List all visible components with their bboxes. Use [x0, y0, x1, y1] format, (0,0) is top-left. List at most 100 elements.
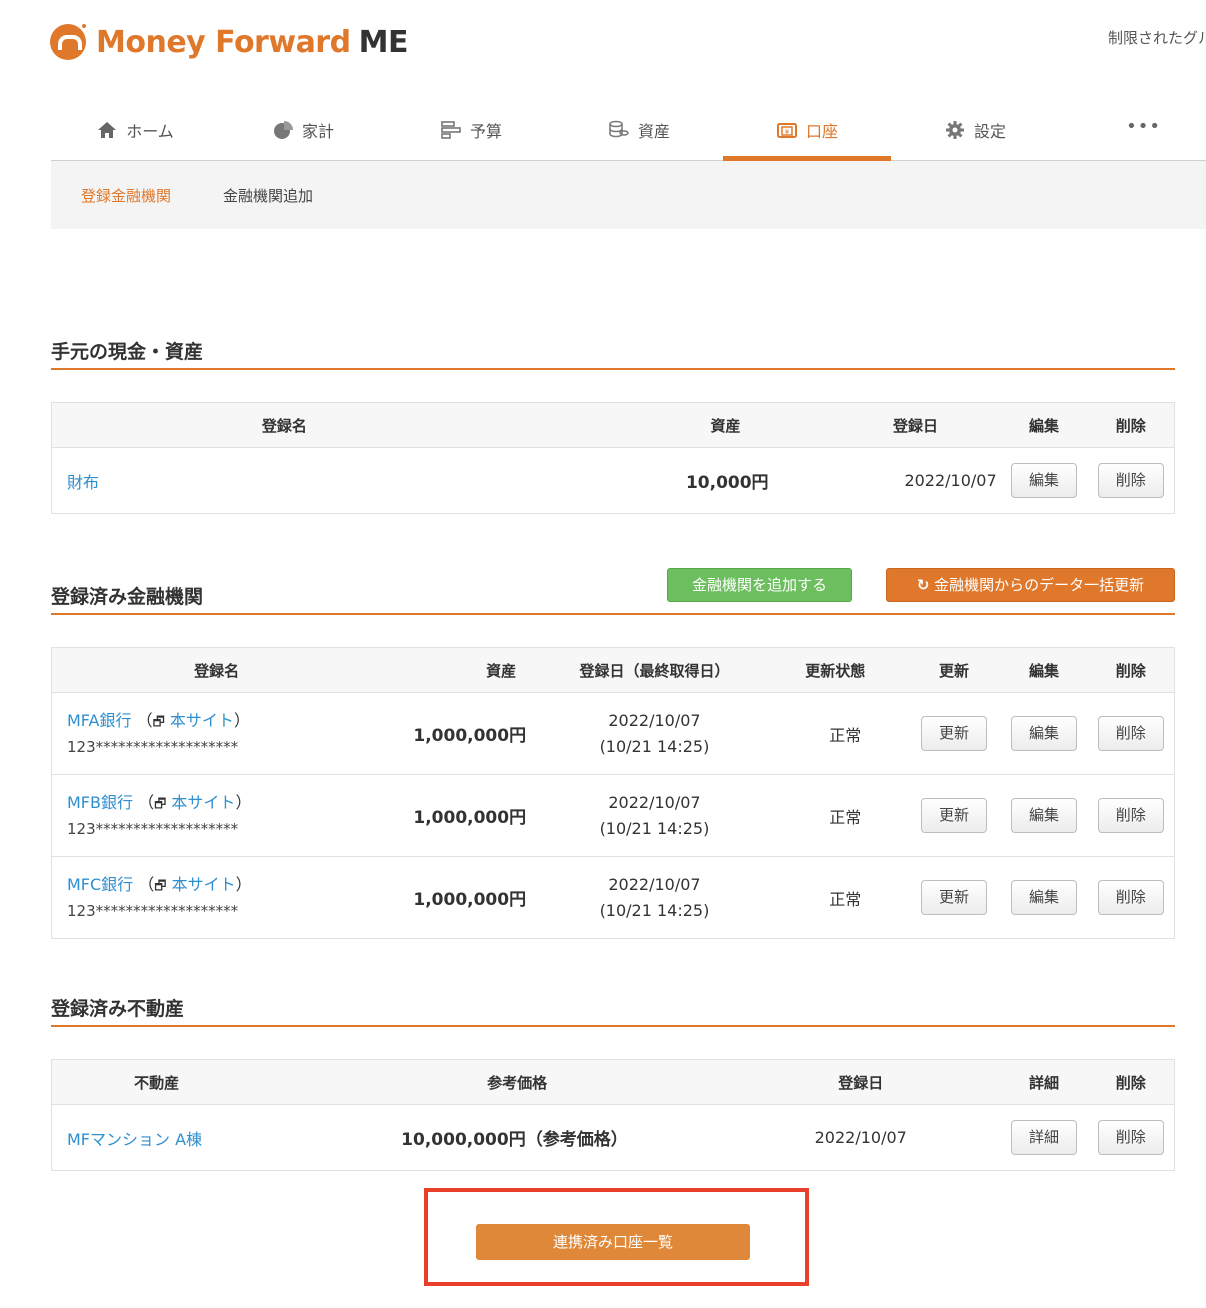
refresh-icon: ↻ — [916, 576, 930, 594]
last-fetch-time: (10/21 14:25) — [599, 900, 710, 920]
column-header: 更新状態 — [762, 647, 908, 693]
edit-button[interactable]: 編集 — [1011, 880, 1077, 915]
paren-open: （ — [138, 792, 155, 812]
column-header: 編集 — [1000, 647, 1088, 693]
bank-name-link[interactable]: MFA銀行 — [67, 711, 132, 730]
external-window-icon: 🗗 — [154, 878, 167, 894]
nav-budget-label: 予算 — [469, 122, 502, 141]
nav-household[interactable]: 家計 — [219, 100, 387, 160]
nav-settings[interactable]: 設定 — [891, 100, 1059, 160]
realestate-price: 10,000,000円（参考価格） — [401, 1130, 628, 1150]
realestate-name-link[interactable]: MFマンション A棟 — [67, 1130, 202, 1149]
cash-date: 2022/10/07 — [904, 471, 997, 490]
realestate-table: 不動産 参考価格 登録日 詳細 削除 MFマンション A棟 10,000,000… — [51, 1059, 1175, 1171]
cash-section-title: 手元の現金・資産 — [51, 341, 204, 363]
delete-button[interactable]: 削除 — [1097, 716, 1164, 751]
update-button[interactable]: 更新 — [921, 880, 988, 915]
nav-home-label: ホーム — [126, 122, 174, 141]
cash-section-divider — [51, 368, 1175, 370]
cash-account-name-link[interactable]: 財布 — [67, 473, 99, 492]
update-status: 正常 — [762, 774, 908, 857]
update-button[interactable]: 更新 — [921, 798, 988, 833]
update-status: 正常 — [829, 889, 862, 909]
table-row: MFB銀行 （🗗 本サイト） 123******************* 1,… — [51, 774, 1175, 857]
brand-name: Money Forward — [96, 24, 351, 60]
delete-button[interactable]: 削除 — [1097, 880, 1164, 915]
edit-button[interactable]: 編集 — [1011, 716, 1077, 751]
table-row: MFC銀行 （🗗 本サイト） 123******************* 1,… — [52, 857, 1175, 939]
bank-amount: 1,000,000円 — [413, 890, 527, 910]
edit-button[interactable]: 編集 — [1011, 798, 1077, 833]
realestate-section-title: 登録済み不動産 — [51, 998, 185, 1020]
last-fetch-time: (10/21 14:25) — [599, 818, 710, 838]
table-row: MFマンション A棟 10,000,000円（参考価格） 2022/10/07 … — [52, 1105, 1175, 1171]
column-header: 削除 — [1087, 1059, 1175, 1105]
update-button[interactable]: 更新 — [921, 716, 988, 751]
external-window-icon: 🗗 — [154, 796, 167, 812]
nav-settings-label: 設定 — [973, 122, 1006, 141]
bank-site-link[interactable]: 本サイト — [172, 875, 236, 894]
user-menu[interactable]: 制限されたグル — [1108, 27, 1206, 48]
registered-date: 2022/10/07 — [608, 792, 701, 812]
linked-accounts-button[interactable]: 連携済み口座一覧 — [476, 1224, 750, 1260]
wallet-icon: ¥ — [776, 120, 798, 140]
bank-name-link[interactable]: MFC銀行 — [67, 875, 133, 894]
bank-section-divider — [51, 613, 1175, 615]
paren-close: ） — [233, 710, 250, 730]
nav-accounts[interactable]: ¥ 口座 — [723, 100, 891, 161]
bulk-refresh-button[interactable]: ↻ 金融機関からのデータ一括更新 — [886, 568, 1175, 602]
pie-chart-icon — [272, 120, 294, 140]
nav-home[interactable]: ホーム — [51, 100, 219, 160]
bulk-refresh-label: 金融機関からのデータ一括更新 — [934, 576, 1145, 594]
bank-site-link[interactable]: 本サイト — [170, 711, 234, 730]
bank-amount: 1,000,000円 — [381, 692, 547, 775]
cash-table: 登録名 資産 登録日 編集 削除 財布 10,000円 2022/10/07 編… — [51, 402, 1175, 514]
gear-icon — [944, 120, 966, 140]
external-window-icon: 🗗 — [152, 714, 165, 730]
paren-open: （ — [138, 874, 155, 894]
realestate-date: 2022/10/07 — [814, 1128, 907, 1147]
account-number: 123******************* — [67, 819, 239, 838]
bank-name-link[interactable]: MFB銀行 — [67, 793, 133, 812]
table-row: 財布 10,000円 2022/10/07 編集 削除 — [52, 448, 1175, 514]
budget-bars-icon — [440, 120, 462, 140]
subnav-registered-institutions[interactable]: 登録金融機関 — [81, 185, 171, 206]
add-institution-button[interactable]: 金融機関を追加する — [667, 568, 852, 602]
column-header: 削除 — [1087, 402, 1175, 448]
logo[interactable]: Money Forward ME — [50, 22, 408, 62]
column-header: 参考価格 — [361, 1059, 681, 1105]
bank-site-link[interactable]: 本サイト — [171, 793, 235, 812]
column-header: 更新 — [907, 647, 1001, 693]
nav-assets[interactable]: 資産 — [555, 100, 723, 160]
column-header: 削除 — [1087, 647, 1175, 693]
table-header-row: 登録名 資産 登録日 編集 削除 — [51, 402, 1175, 448]
registered-date: 2022/10/07 — [608, 874, 701, 894]
nav-accounts-label: 口座 — [805, 122, 838, 141]
column-header: 登録日（最終取得日） — [546, 647, 763, 693]
paren-close: ） — [235, 792, 252, 812]
nav-budget[interactable]: 予算 — [387, 100, 555, 160]
column-header: 登録名 — [51, 647, 382, 693]
delete-button[interactable]: 削除 — [1097, 1120, 1164, 1155]
last-fetch-time: (10/21 14:25) — [599, 736, 710, 756]
column-header: 資産 — [516, 402, 831, 448]
bank-section-title: 登録済み金融機関 — [51, 586, 204, 608]
bank-amount: 1,000,000円 — [381, 774, 547, 857]
table-header-row: 不動産 参考価格 登録日 詳細 削除 — [51, 1059, 1175, 1105]
delete-button[interactable]: 削除 — [1097, 798, 1164, 833]
account-number: 123******************* — [67, 737, 239, 756]
delete-button[interactable]: 削除 — [1097, 463, 1164, 498]
column-header: 登録日 — [680, 1059, 1001, 1105]
table-header-row: 登録名 資産 登録日（最終取得日） 更新状態 更新 編集 削除 — [51, 647, 1175, 693]
paren-close: ） — [235, 874, 252, 894]
nav-assets-label: 資産 — [637, 122, 670, 141]
realestate-section-divider — [51, 1025, 1175, 1027]
edit-button[interactable]: 編集 — [1011, 463, 1078, 498]
home-icon — [96, 120, 118, 140]
coins-icon — [608, 120, 630, 140]
subnav-add-institution[interactable]: 金融機関追加 — [223, 185, 313, 206]
table-row: MFA銀行 （🗗 本サイト） 123******************* 1,… — [51, 692, 1175, 775]
more-menu-icon[interactable]: ••• — [1126, 116, 1161, 137]
detail-button[interactable]: 詳細 — [1011, 1120, 1078, 1155]
column-header: 詳細 — [1000, 1059, 1088, 1105]
